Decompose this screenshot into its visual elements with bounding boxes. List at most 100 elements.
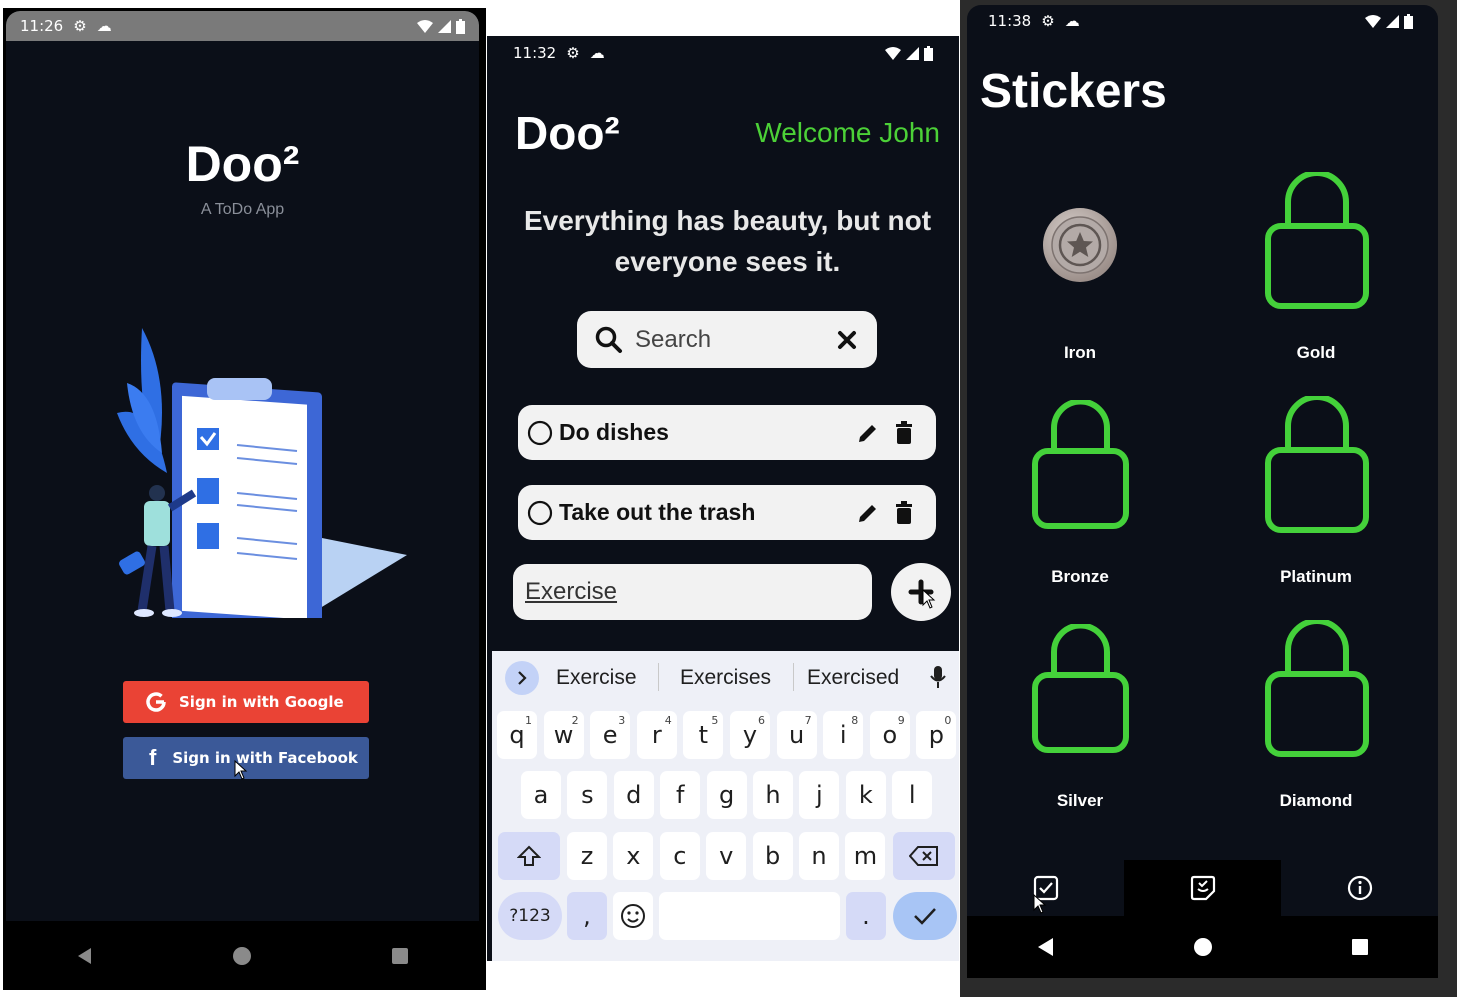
task-checkbox[interactable] — [527, 420, 553, 446]
key-o[interactable]: o9 — [869, 711, 910, 759]
suggestion-item[interactable]: Exercised — [807, 666, 899, 690]
shift-key[interactable] — [498, 832, 560, 880]
emoji-key[interactable] — [613, 892, 653, 940]
key-j[interactable]: j — [799, 771, 840, 819]
add-task-button[interactable] — [891, 563, 951, 621]
microphone-icon[interactable] — [929, 665, 947, 689]
key-c[interactable]: c — [659, 832, 700, 880]
key-b[interactable]: b — [752, 832, 793, 880]
key-k[interactable]: k — [845, 771, 886, 819]
iron-medal-icon[interactable] — [1041, 206, 1119, 284]
battery-icon — [924, 45, 933, 61]
home-icon[interactable] — [1192, 936, 1214, 958]
task-item[interactable]: Do dishes — [518, 405, 936, 460]
suggestions-expand-button[interactable] — [505, 661, 539, 695]
key-p[interactable]: p0 — [916, 711, 957, 759]
suggestion-item[interactable]: Exercises — [680, 666, 771, 690]
delete-icon[interactable] — [894, 420, 914, 445]
status-bar: 11:38 ⚙ ☁ — [988, 12, 1413, 30]
lock-icon[interactable] — [1265, 396, 1369, 534]
edit-icon[interactable] — [856, 501, 880, 525]
backspace-key[interactable] — [893, 832, 955, 880]
app-subtitle: A ToDo App — [200, 201, 285, 218]
key-a[interactable]: a — [521, 771, 561, 819]
clipboard-illustration — [117, 328, 407, 618]
comma-key[interactable]: , — [567, 892, 607, 940]
nav-bar — [6, 921, 479, 990]
emoji-icon — [621, 904, 645, 928]
status-time: 11:26 — [20, 17, 64, 35]
key-q[interactable]: q1 — [497, 711, 537, 759]
new-task-field[interactable]: Exercise — [513, 564, 872, 620]
key-t[interactable]: t5 — [683, 711, 724, 759]
key-u[interactable]: u7 — [776, 711, 817, 759]
key-m[interactable]: m — [845, 832, 886, 880]
key-w[interactable]: w2 — [543, 711, 584, 759]
search-icon — [595, 326, 622, 353]
back-icon[interactable] — [1035, 936, 1057, 958]
wifi-icon — [1365, 14, 1381, 28]
key-l[interactable]: l — [892, 771, 933, 819]
key-x[interactable]: x — [613, 832, 654, 880]
key-f[interactable]: f — [660, 771, 701, 819]
recents-icon[interactable] — [1349, 936, 1371, 958]
cloud-icon: ☁ — [1064, 12, 1080, 30]
page-title: Stickers — [980, 65, 1167, 118]
mouse-cursor-icon — [234, 760, 248, 780]
sticker-label: Bronze — [1051, 567, 1109, 586]
facebook-signin-label: Sign in with Facebook — [172, 749, 358, 767]
signal-icon — [906, 46, 919, 60]
key-r[interactable]: r4 — [636, 711, 677, 759]
task-checkbox[interactable] — [527, 500, 553, 526]
key-v[interactable]: v — [706, 832, 747, 880]
tab-stickers[interactable] — [1124, 860, 1281, 916]
search-input[interactable]: Search — [635, 326, 837, 354]
welcome-text: Welcome John — [755, 117, 940, 148]
sticker-label: Diamond — [1279, 791, 1353, 810]
status-bar: 11:26 ⚙ ☁ — [6, 11, 479, 41]
key-y[interactable]: y6 — [730, 711, 770, 759]
period-key[interactable]: . — [846, 892, 886, 940]
signal-icon — [1386, 14, 1399, 28]
tab-info[interactable] — [1281, 860, 1438, 916]
space-key[interactable] — [659, 892, 840, 940]
key-h[interactable]: h — [753, 771, 793, 819]
lock-icon[interactable] — [1265, 620, 1369, 758]
search-bar[interactable]: Search — [577, 311, 877, 368]
key-s[interactable]: s — [567, 771, 608, 819]
mouse-cursor-icon — [1033, 894, 1047, 914]
edit-icon[interactable] — [856, 421, 880, 445]
enter-key[interactable] — [893, 892, 957, 940]
back-icon[interactable] — [75, 946, 95, 966]
symbols-key[interactable]: ?123 — [498, 892, 562, 940]
google-icon — [146, 692, 166, 712]
lock-icon[interactable] — [1032, 400, 1129, 530]
settings-icon: ⚙ — [73, 17, 87, 35]
delete-icon[interactable] — [894, 500, 914, 525]
sticker-label: Platinum — [1280, 567, 1352, 586]
key-g[interactable]: g — [706, 771, 747, 819]
wifi-icon — [417, 19, 433, 33]
sticker-icon — [1190, 875, 1215, 901]
shift-icon — [517, 845, 541, 866]
home-icon[interactable] — [232, 946, 252, 966]
battery-icon — [1404, 13, 1413, 29]
recents-icon[interactable] — [390, 946, 410, 966]
lock-icon[interactable] — [1032, 624, 1129, 754]
key-d[interactable]: d — [613, 771, 654, 819]
suggestion-item[interactable]: Exercise — [556, 666, 637, 690]
google-signin-button[interactable]: Sign in with Google — [123, 681, 369, 723]
task-item[interactable]: Take out the trash — [518, 485, 936, 540]
key-i[interactable]: i8 — [823, 711, 864, 759]
status-time: 11:38 — [988, 12, 1032, 30]
divider — [793, 663, 794, 691]
lock-icon[interactable] — [1265, 172, 1369, 310]
login-screen: 11:26 ⚙ ☁ Doo² A ToDo App Sign in with G… — [3, 8, 486, 990]
key-z[interactable]: z — [567, 832, 607, 880]
new-task-input[interactable]: Exercise — [525, 578, 617, 606]
signal-icon — [438, 19, 451, 33]
facebook-icon: f — [149, 745, 157, 770]
clear-search-icon[interactable] — [837, 330, 857, 350]
key-e[interactable]: e3 — [590, 711, 631, 759]
key-n[interactable]: n — [799, 832, 839, 880]
